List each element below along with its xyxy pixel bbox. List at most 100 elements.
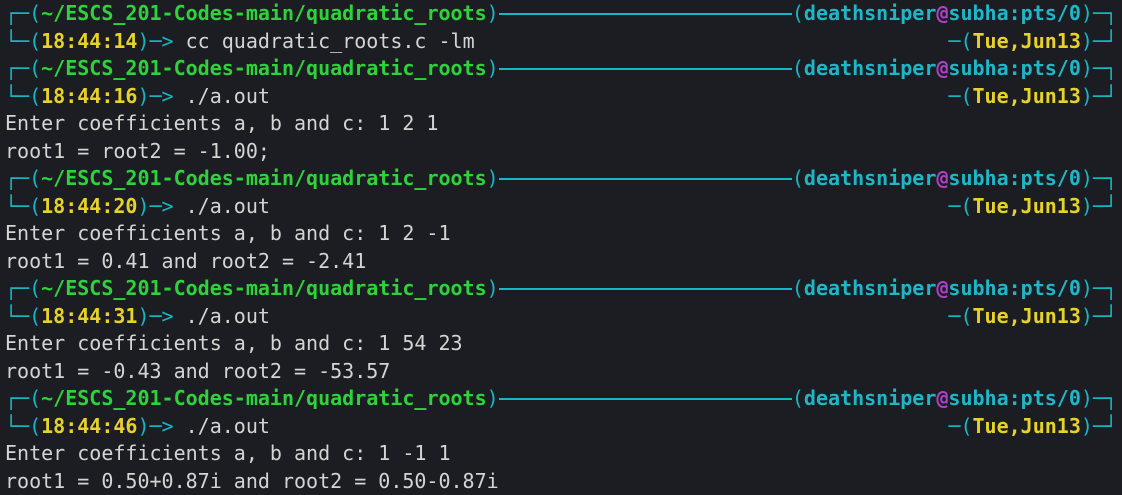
prompt-user: deathsniper <box>803 166 937 190</box>
prompt-command-line: └─(18:44:31) ─> ./a.out ─(Tue,Jun13)─┘ <box>5 303 1117 331</box>
prompt-corner-glyph: )─┐ <box>1080 386 1117 410</box>
prompt-lead-glyph: ─( <box>948 83 973 108</box>
output-line: Enter coefficients a, b and c: 1 -1 1 <box>5 441 451 465</box>
prompt-lead-glyph: ─( <box>948 413 973 438</box>
prompt-time: 18:44:20 <box>41 193 138 218</box>
output-line: root1 = root2 = -1.00; <box>5 138 270 163</box>
prompt-paren-glyph: ) <box>137 303 150 328</box>
prompt-corner-glyph: ┌─( <box>5 276 42 300</box>
prompt-host: subha:pts/0 <box>948 56 1081 80</box>
command-text: ./a.out <box>185 413 270 438</box>
prompt-paren-glyph: ) <box>137 193 150 218</box>
prompt-at-glyph: @ <box>936 276 949 300</box>
prompt-top-line: ┌─(~/ESCS_201-Codes-main/quadratic_roots… <box>5 0 1117 28</box>
prompt-at-glyph: @ <box>936 386 949 410</box>
prompt-time: 18:44:46 <box>41 413 138 438</box>
prompt-corner-glyph: )─┘ <box>1080 28 1117 53</box>
prompt-path: ~/ESCS_201-Codes-main/quadratic_roots <box>41 56 487 80</box>
prompt-corner-glyph: )─┘ <box>1080 83 1117 108</box>
prompt-time: 18:44:14 <box>41 28 138 53</box>
prompt-time: 18:44:16 <box>41 83 138 108</box>
prompt-paren-glyph: ( <box>791 386 804 410</box>
prompt-date: Tue,Jun13 <box>972 193 1081 218</box>
prompt-arrow-glyph: ─> <box>149 413 186 438</box>
prompt-command-line: └─(18:44:20) ─> ./a.out ─(Tue,Jun13)─┘ <box>5 193 1117 221</box>
output-line: root1 = 0.50+0.87i and root2 = 0.50-0.87… <box>5 468 499 493</box>
prompt-rule <box>498 67 792 70</box>
prompt-paren-glyph: ) <box>486 1 499 25</box>
prompt-path: ~/ESCS_201-Codes-main/quadratic_roots <box>41 1 487 25</box>
prompt-corner-glyph: └─( <box>5 413 42 438</box>
prompt-rule <box>498 12 792 15</box>
prompt-arrow-glyph: ─> <box>149 83 186 108</box>
prompt-rule <box>498 177 792 180</box>
command-text: ./a.out <box>185 83 270 108</box>
prompt-paren-glyph: ( <box>791 276 804 300</box>
prompt-paren-glyph: ) <box>486 276 499 300</box>
prompt-paren-glyph: ) <box>486 166 499 190</box>
prompt-top-line: ┌─(~/ESCS_201-Codes-main/quadratic_roots… <box>5 55 1117 83</box>
terminal-window[interactable]: ┌─(~/ESCS_201-Codes-main/quadratic_roots… <box>0 0 1122 495</box>
prompt-at-glyph: @ <box>936 166 949 190</box>
prompt-corner-glyph: └─( <box>5 193 42 218</box>
prompt-paren-glyph: ( <box>791 56 804 80</box>
prompt-top-line: ┌─(~/ESCS_201-Codes-main/quadratic_roots… <box>5 275 1117 303</box>
prompt-host: subha:pts/0 <box>948 276 1081 300</box>
prompt-time: 18:44:31 <box>41 303 138 328</box>
output-line: Enter coefficients a, b and c: 1 2 -1 <box>5 221 451 245</box>
prompt-corner-glyph: └─( <box>5 28 42 53</box>
prompt-path: ~/ESCS_201-Codes-main/quadratic_roots <box>41 386 487 410</box>
prompt-date: Tue,Jun13 <box>972 303 1081 328</box>
prompt-user: deathsniper <box>803 276 937 300</box>
prompt-at-glyph: @ <box>936 56 949 80</box>
prompt-command-line: └─(18:44:14) ─> cc quadratic_roots.c -lm ─… <box>5 28 1117 56</box>
prompt-corner-glyph: └─( <box>5 303 42 328</box>
prompt-path: ~/ESCS_201-Codes-main/quadratic_roots <box>41 276 487 300</box>
prompt-lead-glyph: ─( <box>948 193 973 218</box>
prompt-at-glyph: @ <box>936 1 949 25</box>
prompt-user: deathsniper <box>803 1 937 25</box>
prompt-paren-glyph: ( <box>791 1 804 25</box>
prompt-user: deathsniper <box>803 56 937 80</box>
prompt-paren-glyph: ) <box>137 413 150 438</box>
prompt-paren-glyph: ) <box>486 386 499 410</box>
prompt-path: ~/ESCS_201-Codes-main/quadratic_roots <box>41 166 487 190</box>
output-line: Enter coefficients a, b and c: 1 54 23 <box>5 331 463 355</box>
output-line: Enter coefficients a, b and c: 1 2 1 <box>5 111 439 135</box>
output-line: root1 = -0.43 and root2 = -53.57 <box>5 358 391 383</box>
prompt-corner-glyph: )─┐ <box>1080 1 1117 25</box>
prompt-command-line: └─(18:44:46) ─> ./a.out ─(Tue,Jun13)─┘ <box>5 413 1117 441</box>
prompt-corner-glyph: )─┘ <box>1080 303 1117 328</box>
prompt-rule <box>498 287 792 290</box>
prompt-corner-glyph: ┌─( <box>5 56 42 80</box>
prompt-paren-glyph: ) <box>137 28 150 53</box>
prompt-corner-glyph: └─( <box>5 83 42 108</box>
prompt-corner-glyph: ┌─( <box>5 166 42 190</box>
prompt-paren-glyph: ( <box>791 166 804 190</box>
output-line: root1 = 0.41 and root2 = -2.41 <box>5 248 367 273</box>
prompt-paren-glyph: ) <box>137 83 150 108</box>
prompt-corner-glyph: )─┘ <box>1080 413 1117 438</box>
prompt-user: deathsniper <box>803 386 937 410</box>
prompt-arrow-glyph: ─> <box>149 28 186 53</box>
prompt-host: subha:pts/0 <box>948 166 1081 190</box>
prompt-corner-glyph: )─┐ <box>1080 56 1117 80</box>
prompt-rule <box>498 397 792 400</box>
prompt-date: Tue,Jun13 <box>972 83 1081 108</box>
prompt-host: subha:pts/0 <box>948 386 1081 410</box>
prompt-top-line: ┌─(~/ESCS_201-Codes-main/quadratic_roots… <box>5 385 1117 413</box>
prompt-corner-glyph: )─┘ <box>1080 193 1117 218</box>
command-text: cc quadratic_roots.c -lm <box>185 28 475 53</box>
command-text: ./a.out <box>185 193 270 218</box>
prompt-lead-glyph: ─( <box>948 303 973 328</box>
prompt-corner-glyph: )─┐ <box>1080 276 1117 300</box>
prompt-date: Tue,Jun13 <box>972 28 1081 53</box>
prompt-host: subha:pts/0 <box>948 1 1081 25</box>
prompt-command-line: └─(18:44:16) ─> ./a.out ─(Tue,Jun13)─┘ <box>5 83 1117 111</box>
prompt-top-line: ┌─(~/ESCS_201-Codes-main/quadratic_roots… <box>5 165 1117 193</box>
prompt-corner-glyph: ┌─( <box>5 1 42 25</box>
prompt-paren-glyph: ) <box>486 56 499 80</box>
prompt-corner-glyph: )─┐ <box>1080 166 1117 190</box>
command-text: ./a.out <box>185 303 270 328</box>
prompt-arrow-glyph: ─> <box>149 193 186 218</box>
